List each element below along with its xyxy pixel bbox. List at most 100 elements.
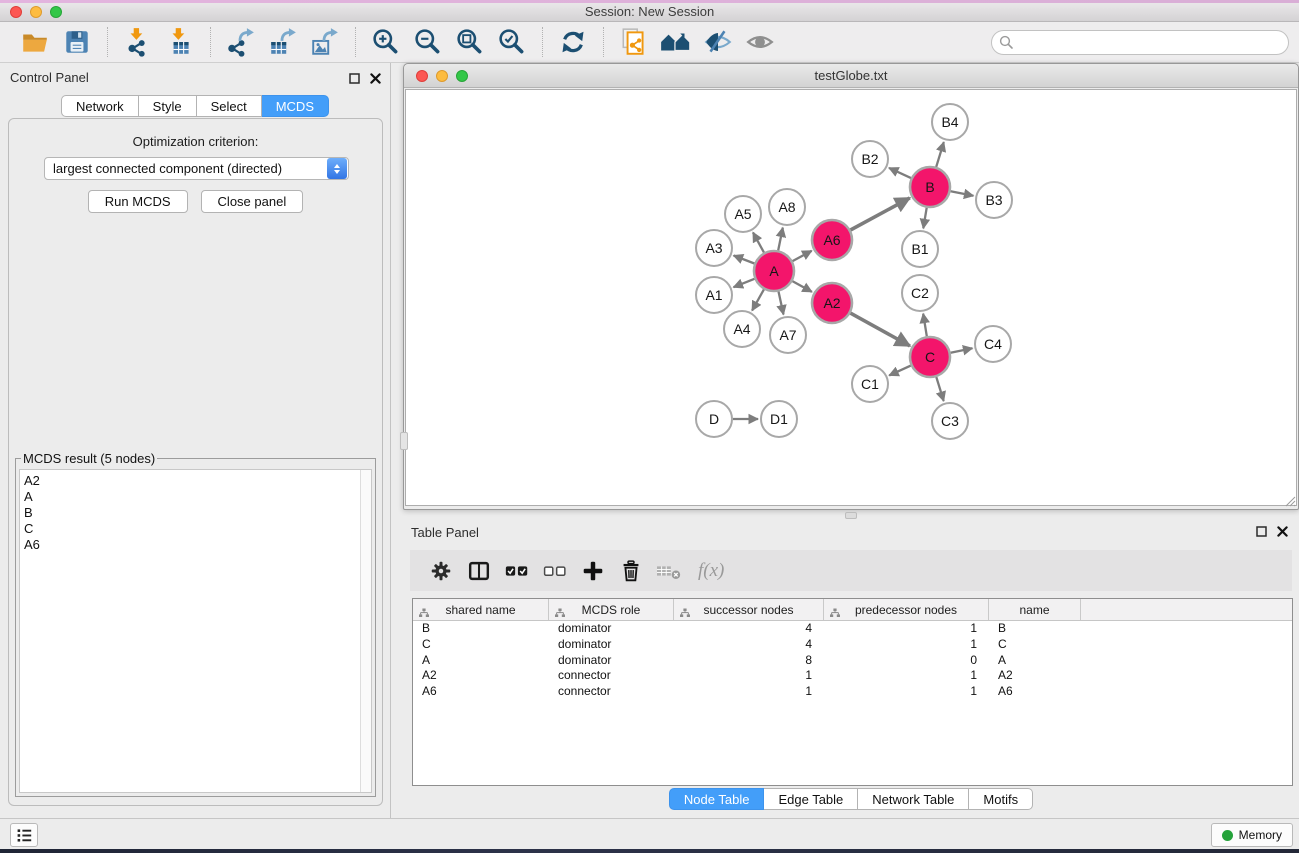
export-network-icon[interactable]	[220, 25, 262, 59]
tab-network[interactable]: Network	[61, 95, 139, 117]
cell-successor-nodes[interactable]: 4	[674, 621, 824, 637]
zoom-in-icon[interactable]	[365, 25, 407, 59]
zoom-window-icon[interactable]	[50, 6, 62, 18]
memory-button[interactable]: Memory	[1211, 823, 1293, 847]
tab-network-table[interactable]: Network Table	[858, 788, 969, 810]
cell-name[interactable]: A	[989, 653, 1081, 669]
cell-predecessor-nodes[interactable]: 1	[824, 684, 989, 700]
cell-MCDS-role[interactable]: connector	[549, 668, 674, 684]
graph-node-C3[interactable]: C3	[932, 403, 968, 439]
table-row[interactable]: A6connector11A6	[413, 684, 1292, 700]
cell-name[interactable]: A2	[989, 668, 1081, 684]
cell-predecessor-nodes[interactable]: 1	[824, 637, 989, 653]
graph-node-C4[interactable]: C4	[975, 326, 1011, 362]
zoom-out-icon[interactable]	[407, 25, 449, 59]
graph-node-B3[interactable]: B3	[976, 182, 1012, 218]
window-traffic-lights[interactable]	[10, 6, 62, 18]
session-network-icon[interactable]	[613, 25, 655, 59]
table-row[interactable]: Adominator80A	[413, 653, 1292, 669]
cell-MCDS-role[interactable]: dominator	[549, 621, 674, 637]
result-list-item[interactable]: C	[24, 521, 371, 537]
cell-predecessor-nodes[interactable]: 1	[824, 621, 989, 637]
result-list-item[interactable]: B	[24, 505, 371, 521]
export-image-icon[interactable]	[304, 25, 346, 59]
minimize-window-icon[interactable]	[30, 6, 42, 18]
export-table-icon[interactable]	[262, 25, 304, 59]
graph-edge-A-A4[interactable]	[752, 289, 764, 310]
graph-edge-C-C2[interactable]	[923, 314, 927, 337]
cell-successor-nodes[interactable]: 8	[674, 653, 824, 669]
task-history-button[interactable]	[10, 823, 38, 847]
cell-predecessor-nodes[interactable]: 0	[824, 653, 989, 669]
network-graph[interactable]: B4B2BB3A5A8A6A3AB1A1A2C2A4A7C4C1CDD1C3	[406, 90, 1298, 507]
table-close-panel-icon[interactable]	[1276, 525, 1289, 538]
table-header-row[interactable]: shared nameMCDS rolesuccessor nodesprede…	[413, 599, 1292, 621]
network-zoom-icon[interactable]	[456, 70, 468, 82]
cell-successor-nodes[interactable]: 4	[674, 637, 824, 653]
graph-node-C1[interactable]: C1	[852, 366, 888, 402]
tab-style[interactable]: Style	[139, 95, 197, 117]
mcds-result-list[interactable]: A2ABCA6	[19, 469, 372, 793]
add-row-icon[interactable]	[576, 555, 610, 587]
graph-node-A8[interactable]: A8	[769, 189, 805, 225]
graph-edge-C-C4[interactable]	[951, 348, 973, 353]
refresh-view-icon[interactable]	[552, 25, 594, 59]
search-input[interactable]	[991, 30, 1289, 55]
network-close-icon[interactable]	[416, 70, 428, 82]
graph-edge-A-A3[interactable]	[734, 256, 755, 264]
tab-motifs[interactable]: Motifs	[969, 788, 1033, 810]
table-row[interactable]: Cdominator41C	[413, 637, 1292, 653]
column-header-MCDS-role[interactable]: MCDS role	[549, 599, 674, 620]
graph-node-A3[interactable]: A3	[696, 230, 732, 266]
column-header-predecessor-nodes[interactable]: predecessor nodes	[824, 599, 989, 620]
cell-shared-name[interactable]: A6	[413, 684, 549, 700]
table-body[interactable]: Bdominator41BCdominator41CAdominator80AA…	[413, 621, 1292, 700]
import-table-icon[interactable]	[159, 25, 201, 59]
tab-node-table[interactable]: Node Table	[669, 788, 765, 810]
column-header-shared-name[interactable]: shared name	[413, 599, 549, 620]
delete-row-icon[interactable]	[614, 555, 648, 587]
network-window-titlebar[interactable]: testGlobe.txt	[404, 64, 1298, 88]
close-window-icon[interactable]	[10, 6, 22, 18]
graph-edge-A-A7[interactable]	[779, 292, 784, 315]
graph-edge-A-A1[interactable]	[734, 279, 755, 287]
network-canvas[interactable]: B4B2BB3A5A8A6A3AB1A1A2C2A4A7C4C1CDD1C3	[405, 89, 1297, 506]
close-panel-icon[interactable]	[369, 72, 382, 85]
tab-edge-table[interactable]: Edge Table	[764, 788, 858, 810]
cell-shared-name[interactable]: A2	[413, 668, 549, 684]
table-row[interactable]: Bdominator41B	[413, 621, 1292, 637]
graph-node-A[interactable]: A	[754, 251, 794, 291]
graph-node-C[interactable]: C	[910, 337, 950, 377]
search-box[interactable]	[991, 30, 1289, 55]
graph-node-B1[interactable]: B1	[902, 231, 938, 267]
graph-edge-B-B4[interactable]	[936, 142, 944, 167]
graph-node-D[interactable]: D	[696, 401, 732, 437]
tab-select[interactable]: Select	[197, 95, 262, 117]
zoom-selected-icon[interactable]	[491, 25, 533, 59]
deselect-all-icon[interactable]	[538, 555, 572, 587]
show-graphics-icon[interactable]	[739, 25, 781, 59]
graph-node-A5[interactable]: A5	[725, 196, 761, 232]
table-row[interactable]: A2connector11A2	[413, 668, 1292, 684]
graph-node-B4[interactable]: B4	[932, 104, 968, 140]
graph-node-D1[interactable]: D1	[761, 401, 797, 437]
criterion-dropdown[interactable]: largest connected component (directed)	[44, 157, 349, 180]
graph-edge-C-C1[interactable]	[889, 366, 911, 376]
cell-MCDS-role[interactable]: dominator	[549, 637, 674, 653]
cell-successor-nodes[interactable]: 1	[674, 668, 824, 684]
cell-MCDS-role[interactable]: dominator	[549, 653, 674, 669]
tab-mcds[interactable]: MCDS	[262, 95, 329, 117]
column-header-name[interactable]: name	[989, 599, 1081, 620]
cell-successor-nodes[interactable]: 1	[674, 684, 824, 700]
import-network-icon[interactable]	[117, 25, 159, 59]
window-left-handle[interactable]	[400, 432, 408, 450]
graph-edge-A-A8[interactable]	[778, 228, 783, 251]
select-all-icon[interactable]	[500, 555, 534, 587]
node-table[interactable]: shared nameMCDS rolesuccessor nodesprede…	[412, 598, 1293, 786]
graph-node-A2[interactable]: A2	[812, 283, 852, 323]
cell-MCDS-role[interactable]: connector	[549, 684, 674, 700]
cell-name[interactable]: C	[989, 637, 1081, 653]
function-builder-button[interactable]: f(x)	[698, 560, 724, 582]
graph-node-A4[interactable]: A4	[724, 311, 760, 347]
table-settings-icon[interactable]	[424, 555, 458, 587]
